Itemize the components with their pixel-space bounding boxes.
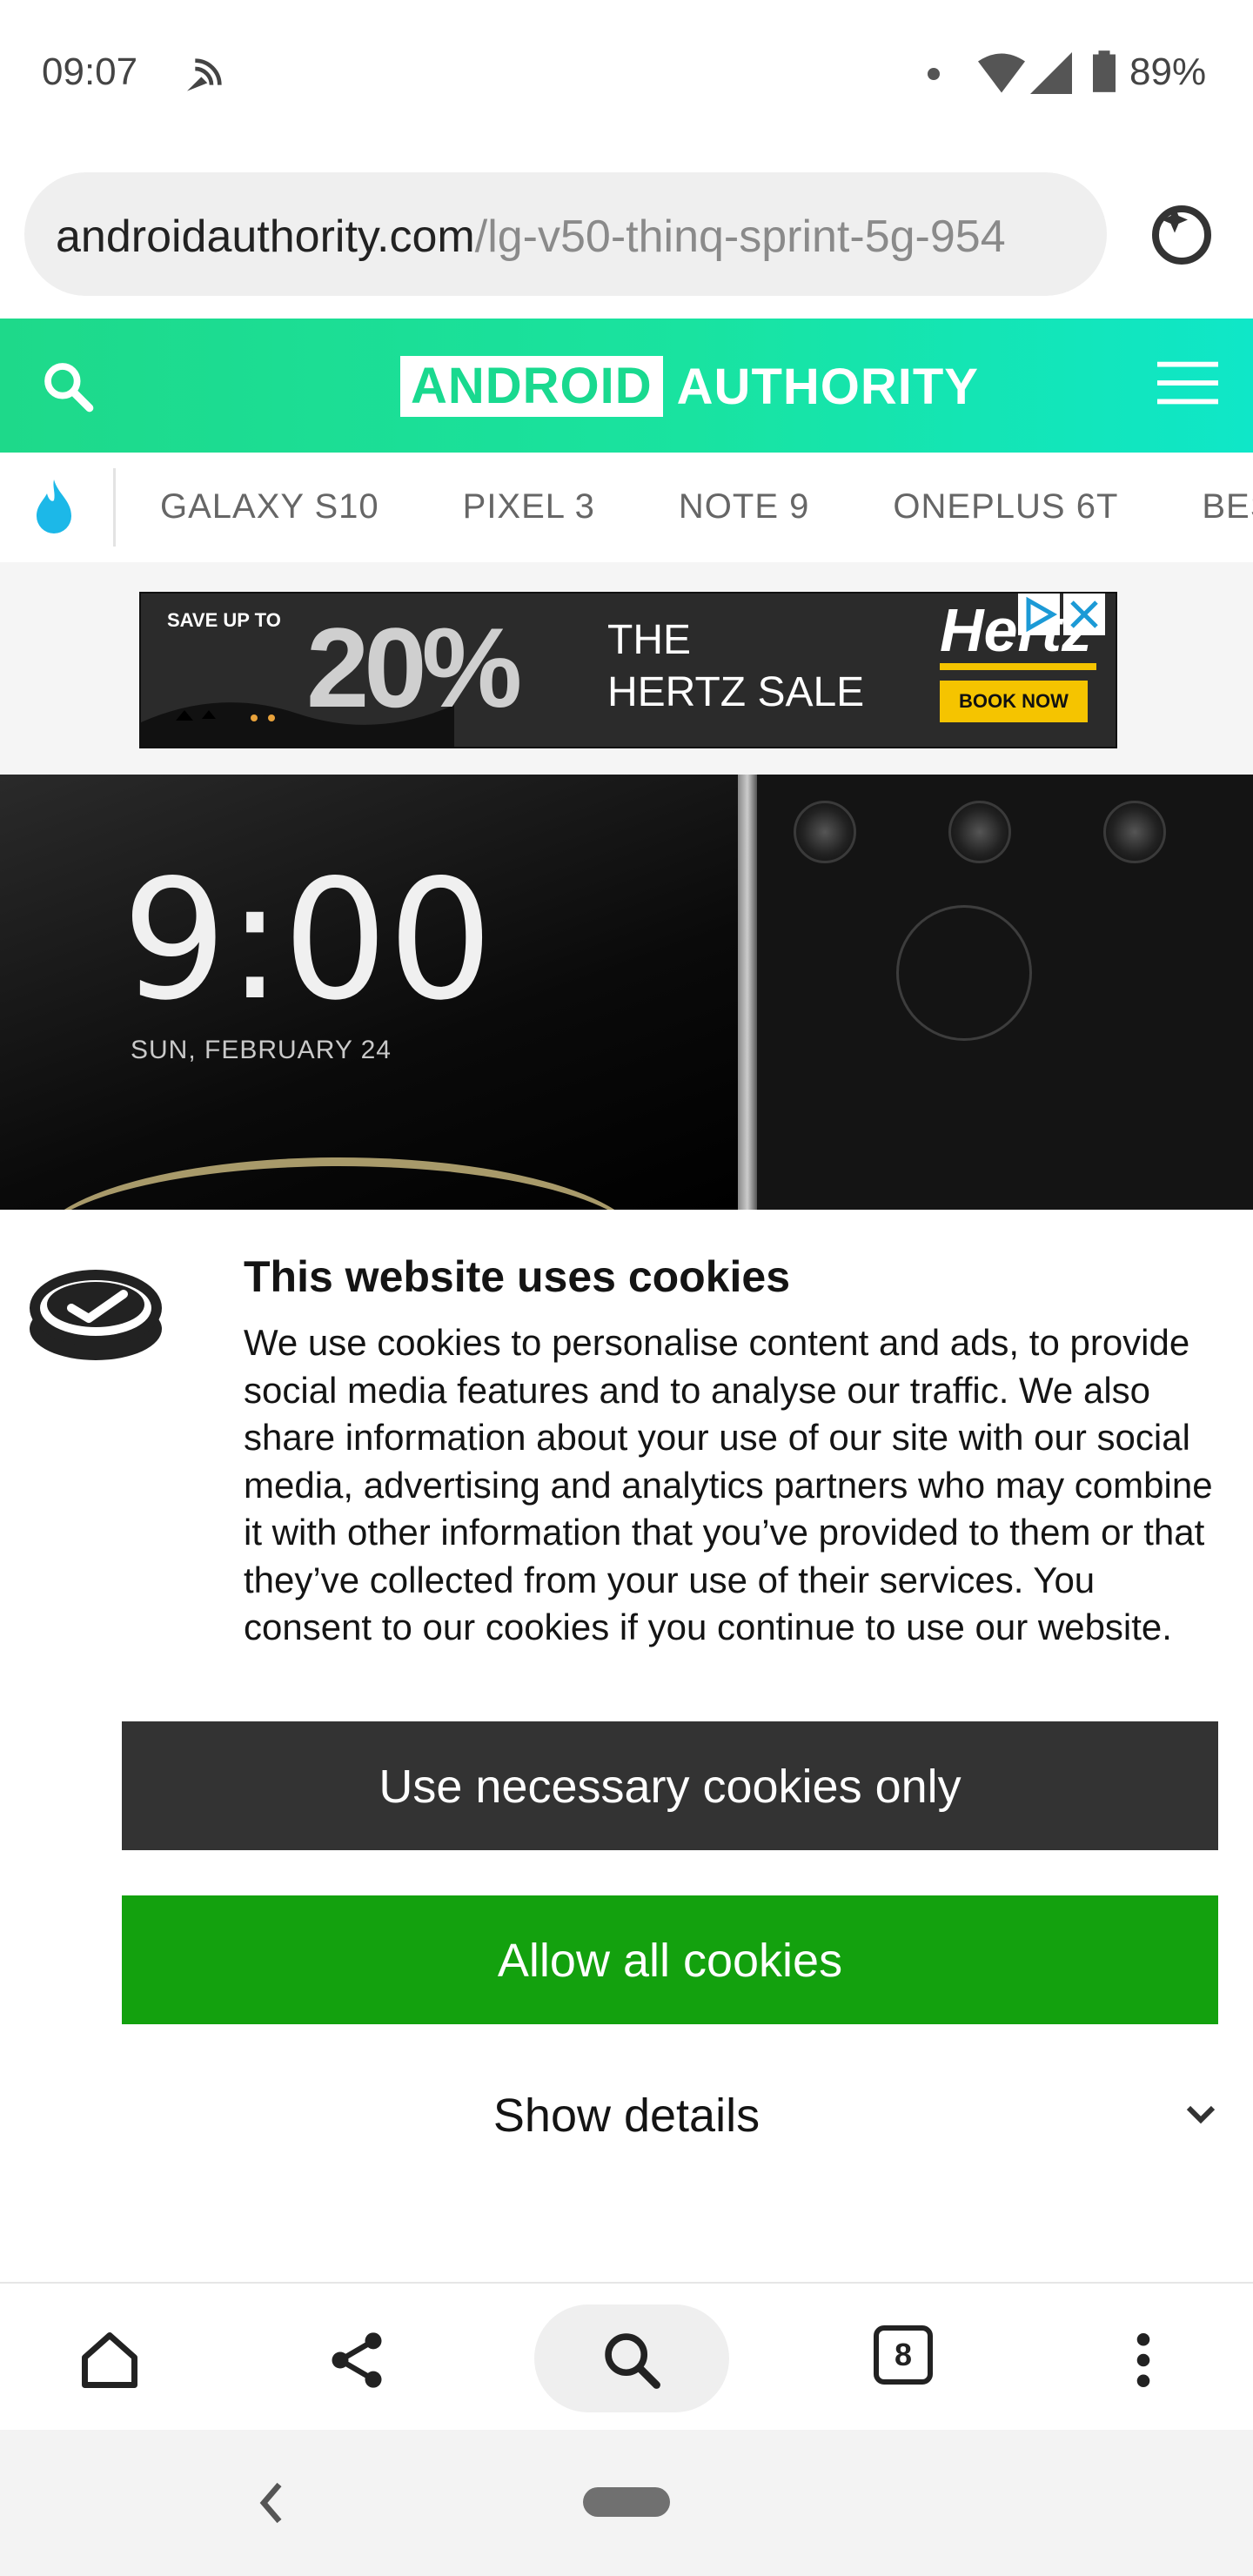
logo-box-text: ANDROID (400, 356, 663, 417)
cast-icon (187, 58, 222, 91)
battery-icon (1093, 50, 1116, 92)
hamburger-menu-icon[interactable] (1157, 357, 1218, 411)
back-icon[interactable] (254, 2477, 289, 2529)
ad-save-text: SAVE UP TO (167, 609, 281, 631)
adchoices-icon[interactable] (1018, 594, 1060, 635)
address-bar[interactable]: androidauthority.com/lg-v50-thinq-sprint… (24, 172, 1107, 296)
cookie-badge-icon (30, 1270, 162, 1360)
ad-book-now-button[interactable]: BOOK NOW (940, 681, 1088, 722)
logo-text: AUTHORITY (676, 358, 979, 415)
site-header: ANDROID AUTHORITY (0, 319, 1253, 453)
signal-icon (1030, 52, 1072, 94)
notification-dot-icon (928, 68, 940, 80)
battery-percent: 89% (1129, 50, 1207, 93)
ad-line-2: HERTZ SALE (607, 669, 865, 715)
more-options-icon[interactable] (1110, 2327, 1176, 2393)
hero-date-text: SUN, FEBRUARY 24 (131, 1036, 392, 1064)
home-pill-button[interactable] (583, 2487, 670, 2517)
article-hero-image: 9:00 SUN, FEBRUARY 24 (0, 775, 1253, 1210)
url-text[interactable]: androidauthority.com/lg-v50-thinq-sprint… (56, 211, 1100, 263)
ad-brand-bar (940, 663, 1096, 670)
chevron-down-icon[interactable] (1183, 2097, 1218, 2132)
home-icon[interactable] (77, 2327, 143, 2393)
camera-lens-icon (948, 801, 1011, 863)
status-bar: 09:07 89% (0, 0, 1253, 153)
status-time: 09:07 (42, 50, 138, 93)
browser-toolbar: 8 (0, 2282, 1253, 2432)
nav-divider (113, 468, 116, 547)
fingerprint-sensor-icon (896, 905, 1032, 1041)
site-logo[interactable]: ANDROID AUTHORITY (400, 352, 979, 421)
site-search-icon[interactable] (40, 359, 94, 413)
phone-edge (738, 775, 757, 1210)
ad-percent: 20% (306, 604, 522, 731)
camera-lens-icon (1103, 801, 1166, 863)
nav-item-galaxy-s10[interactable]: GALAXY S10 (160, 487, 379, 527)
ad-line-1: THE (607, 617, 691, 663)
nav-item-note-9[interactable]: NOTE 9 (679, 487, 809, 527)
show-details-link[interactable]: Show details (0, 2089, 1253, 2143)
system-nav-bar (0, 2430, 1253, 2576)
nav-item-pixel-3[interactable]: PIXEL 3 (463, 487, 595, 527)
hertz-ad-banner[interactable]: SAVE UP TO 20% THE HERTZ SALE Hertz BOOK… (139, 592, 1117, 748)
assistant-sparkle-icon[interactable] (1147, 200, 1216, 270)
category-nav: GALAXY S10 PIXEL 3 NOTE 9 ONEPLUS 6T BES… (0, 453, 1253, 563)
hero-clock-text: 9:00 (122, 844, 493, 1036)
share-icon[interactable] (324, 2327, 390, 2393)
ad-close-icon[interactable] (1063, 594, 1105, 635)
cookie-consent-banner: This website uses cookies We use cookies… (0, 1210, 1253, 2282)
url-domain: androidauthority.com (56, 211, 475, 262)
tab-switcher-button[interactable]: 8 (874, 2325, 933, 2385)
nav-item-oneplus-6t[interactable]: ONEPLUS 6T (893, 487, 1118, 527)
wifi-icon (978, 53, 1025, 93)
url-path: /lg-v50-thinq-sprint-5g-954 (474, 211, 1006, 262)
allow-all-cookies-button[interactable]: Allow all cookies (122, 1895, 1218, 2024)
nav-items: GALAXY S10 PIXEL 3 NOTE 9 ONEPLUS 6T BES… (160, 487, 1253, 527)
search-icon[interactable] (599, 2327, 665, 2393)
use-necessary-cookies-button[interactable]: Use necessary cookies only (122, 1721, 1218, 1850)
cookie-body-text: We use cookies to personalise content an… (244, 1322, 1213, 1647)
cookie-title: This website uses cookies (244, 1252, 791, 1301)
nav-item-best[interactable]: BEST (1202, 487, 1253, 527)
camera-lens-icon (794, 801, 856, 863)
trending-flame-icon[interactable] (33, 479, 75, 536)
